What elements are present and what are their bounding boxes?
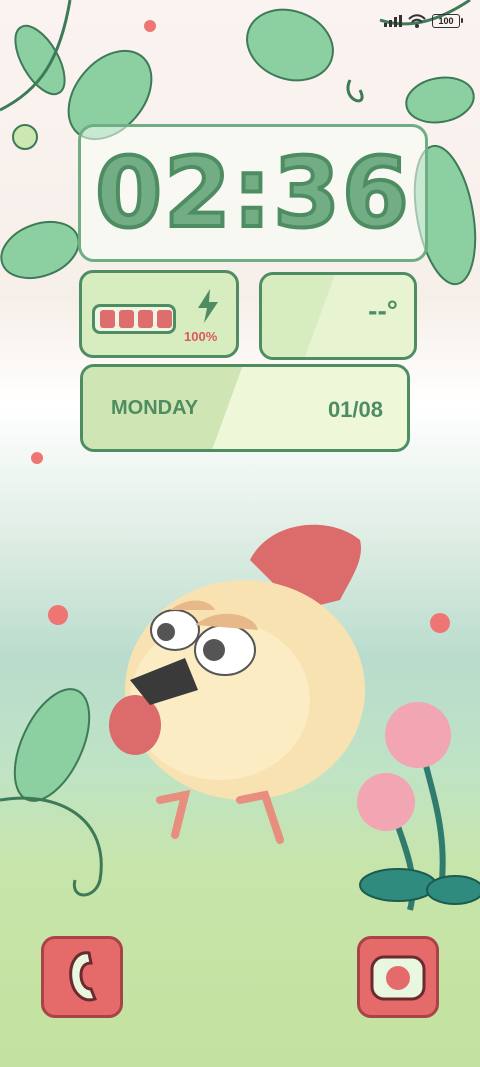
camera-app-button[interactable] <box>357 936 439 1018</box>
battery-segment <box>138 310 153 328</box>
temperature-value: --° <box>368 295 398 326</box>
battery-segment <box>119 310 134 328</box>
date-value: 01/08 <box>327 397 383 422</box>
status-bar: 100 <box>384 10 463 32</box>
date-widget[interactable]: MONDAY 01/08 <box>80 364 410 452</box>
lightning-bolt-icon <box>198 289 218 323</box>
battery-segment <box>100 310 115 328</box>
camera-icon <box>370 955 426 1001</box>
clock-widget[interactable]: 02:36 <box>78 124 428 262</box>
phone-app-button[interactable] <box>41 936 123 1018</box>
phone-icon <box>69 951 97 1002</box>
battery-gauge <box>92 304 176 334</box>
battery-segment <box>157 310 172 328</box>
clock-time: 02:36 <box>93 135 411 251</box>
wifi-icon <box>408 14 426 28</box>
signal-icon <box>384 15 402 27</box>
weather-widget[interactable]: --° <box>259 272 417 360</box>
battery-percent: 100% <box>184 329 218 344</box>
battery-icon: 100 <box>432 14 463 28</box>
battery-level-text: 100 <box>438 16 454 26</box>
day-of-week: MONDAY <box>111 397 199 419</box>
battery-widget[interactable]: 100% <box>79 270 239 358</box>
